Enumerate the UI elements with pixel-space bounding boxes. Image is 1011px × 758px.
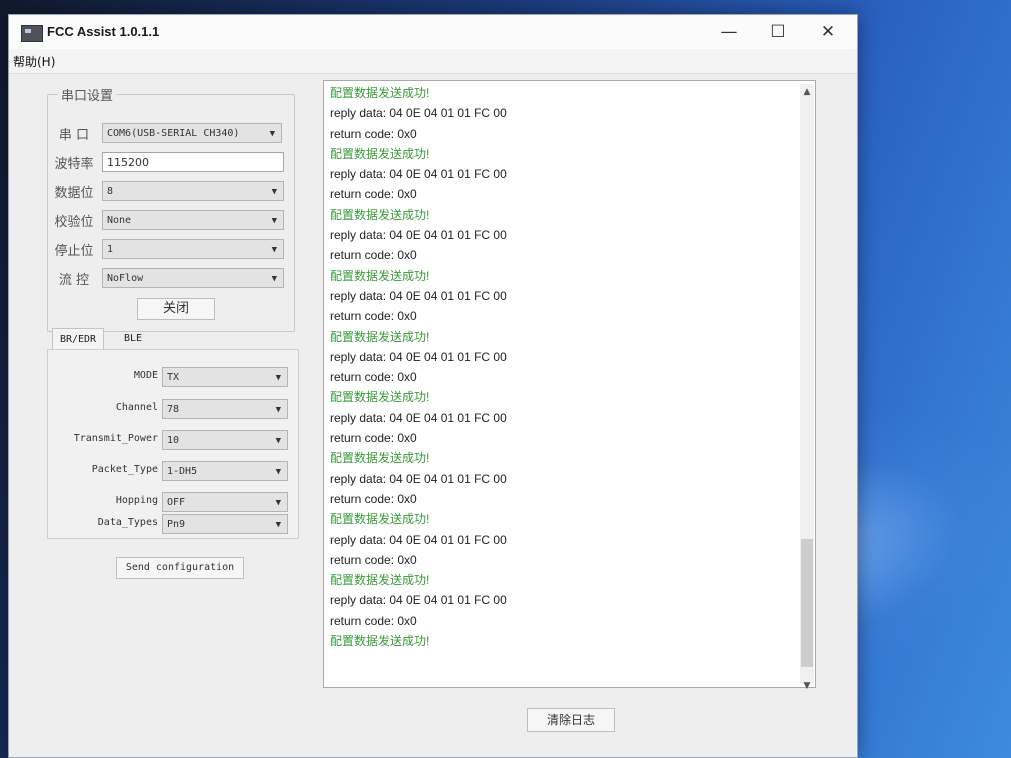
log-line: 配置数据发送成功!: [330, 573, 430, 588]
mode-value: TX: [167, 372, 180, 383]
log-line: return code: 0x0: [330, 248, 417, 263]
port-select[interactable]: COM6(USB-SERIAL CH340) ▼: [102, 123, 282, 143]
flow-value: NoFlow: [107, 273, 144, 284]
chevron-down-icon: ▼: [271, 187, 277, 197]
scroll-thumb[interactable]: [801, 539, 813, 667]
log-scrollbar[interactable]: ▲ ▼: [800, 84, 814, 691]
chevron-down-icon: ▼: [271, 216, 277, 226]
serial-settings-title: 串口设置: [58, 85, 117, 104]
log-line: 配置数据发送成功!: [330, 634, 430, 649]
chevron-down-icon: ▼: [275, 498, 281, 508]
maximize-button[interactable]: ☐: [755, 17, 801, 47]
param-label-mode: MODE: [133, 370, 158, 381]
hopping-value: OFF: [167, 497, 186, 508]
tab-ble[interactable]: BLE: [110, 328, 156, 350]
log-line: reply data: 04 0E 04 01 01 FC 00: [330, 288, 507, 303]
log-line: reply data: 04 0E 04 01 01 FC 00: [330, 410, 507, 425]
chevron-down-icon: ▼: [275, 436, 281, 446]
data-types-select[interactable]: Pn9 ▼: [162, 514, 288, 534]
clear-log-button[interactable]: 清除日志: [527, 708, 615, 732]
window-title: FCC Assist 1.0.1.1: [47, 24, 160, 39]
flow-select[interactable]: NoFlow ▼: [102, 268, 284, 288]
close-window-button[interactable]: ✕: [805, 17, 851, 47]
param-label-data-types: Data_Types: [97, 517, 158, 528]
baud-label: 波特率: [54, 157, 94, 172]
log-line: 配置数据发送成功!: [330, 268, 430, 283]
log-line: 配置数据发送成功!: [330, 329, 430, 344]
baud-input[interactable]: 115200: [102, 152, 284, 172]
log-line: return code: 0x0: [330, 613, 417, 628]
chevron-down-icon: ▼: [275, 405, 281, 415]
log-line: 配置数据发送成功!: [330, 390, 430, 405]
parity-select[interactable]: None ▼: [102, 210, 284, 230]
stopbits-label: 停止位: [54, 244, 94, 259]
channel-value: 78: [167, 404, 180, 415]
chevron-down-icon: ▼: [275, 467, 281, 477]
parity-value: None: [107, 215, 132, 226]
packet-type-select[interactable]: 1-DH5 ▼: [162, 461, 288, 481]
log-line: reply data: 04 0E 04 01 01 FC 00: [330, 593, 507, 608]
flow-label: 流 控: [58, 273, 90, 288]
log-line: 配置数据发送成功!: [330, 207, 430, 222]
channel-select[interactable]: 78 ▼: [162, 399, 288, 419]
scroll-down-icon[interactable]: ▼: [800, 678, 814, 694]
log-line: return code: 0x0: [330, 370, 417, 385]
transmit-power-select[interactable]: 10 ▼: [162, 430, 288, 450]
param-label-hopping: Hopping: [115, 495, 158, 506]
log-line: 配置数据发送成功!: [330, 512, 430, 527]
chevron-down-icon: ▼: [271, 245, 277, 255]
log-line: reply data: 04 0E 04 01 01 FC 00: [330, 106, 507, 121]
chevron-down-icon: ▼: [271, 274, 277, 284]
close-port-button[interactable]: 关闭: [137, 298, 215, 320]
param-label-packet-type: Packet_Type: [91, 464, 158, 475]
packet-type-value: 1-DH5: [167, 466, 198, 477]
log-line: 配置数据发送成功!: [330, 146, 430, 161]
chevron-down-icon: ▼: [269, 129, 275, 139]
log-line: reply data: 04 0E 04 01 01 FC 00: [330, 471, 507, 486]
minimize-button[interactable]: —: [706, 17, 752, 47]
data-types-value: Pn9: [167, 519, 186, 530]
databits-label: 数据位: [54, 186, 94, 201]
param-label-channel: Channel: [115, 402, 158, 413]
app-icon: [21, 25, 43, 42]
databits-value: 8: [107, 186, 114, 197]
log-line: return code: 0x0: [330, 431, 417, 446]
send-configuration-button[interactable]: Send configuration: [116, 557, 244, 579]
hopping-select[interactable]: OFF ▼: [162, 492, 288, 512]
log-line: return code: 0x0: [330, 126, 417, 141]
log-line: reply data: 04 0E 04 01 01 FC 00: [330, 349, 507, 364]
param-label-transmit-power: Transmit_Power: [73, 433, 158, 444]
stopbits-value: 1: [107, 244, 114, 255]
chevron-down-icon: ▼: [275, 520, 281, 530]
chevron-down-icon: ▼: [275, 373, 281, 383]
log-line: return code: 0x0: [330, 491, 417, 506]
menu-bar: 帮助(H): [9, 49, 857, 74]
stopbits-select[interactable]: 1 ▼: [102, 239, 284, 259]
log-line: return code: 0x0: [330, 187, 417, 202]
scroll-up-icon[interactable]: ▲: [800, 84, 814, 100]
log-line: reply data: 04 0E 04 01 01 FC 00: [330, 532, 507, 547]
baud-value: 115200: [107, 156, 149, 169]
databits-select[interactable]: 8 ▼: [102, 181, 284, 201]
log-lines: 配置数据发送成功! reply data: 04 0E 04 01 01 FC 0…: [330, 83, 800, 651]
menu-help[interactable]: 帮助(H): [9, 53, 59, 70]
serial-settings-group: 串口设置 串 口 COM6(USB-SERIAL CH340) ▼ 波特率 11…: [47, 85, 295, 332]
log-output[interactable]: 配置数据发送成功! reply data: 04 0E 04 01 01 FC 0…: [323, 80, 816, 688]
port-value: COM6(USB-SERIAL CH340): [107, 128, 240, 139]
log-line: 配置数据发送成功!: [330, 451, 430, 466]
title-bar: FCC Assist 1.0.1.1 — ☐ ✕: [9, 15, 857, 49]
mode-select[interactable]: TX ▼: [162, 367, 288, 387]
log-line: reply data: 04 0E 04 01 01 FC 00: [330, 167, 507, 182]
log-line: return code: 0x0: [330, 552, 417, 567]
br-edr-panel: MODE TX ▼ Channel 78 ▼ Transmit_Power 10…: [47, 349, 299, 539]
log-line: 配置数据发送成功!: [330, 86, 430, 100]
tab-br-edr[interactable]: BR/EDR: [52, 328, 104, 350]
log-line: reply data: 04 0E 04 01 01 FC 00: [330, 228, 507, 243]
transmit-power-value: 10: [167, 435, 180, 446]
port-label: 串 口: [58, 128, 90, 143]
parity-label: 校验位: [54, 215, 94, 230]
log-line: return code: 0x0: [330, 309, 417, 324]
